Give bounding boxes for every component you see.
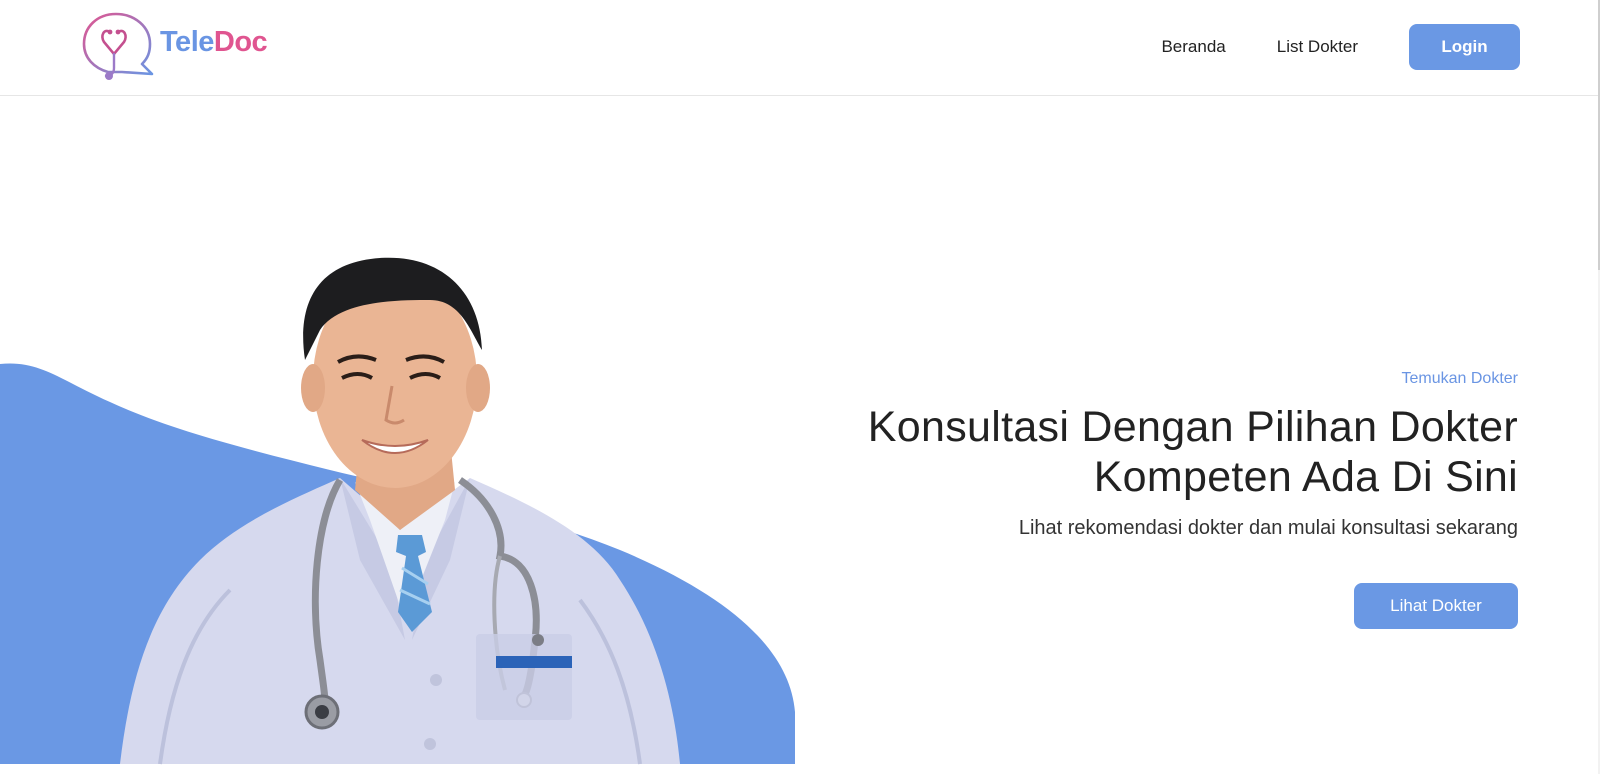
nav-link-list-dokter[interactable]: List Dokter — [1277, 24, 1358, 70]
hero-subline: Lihat rekomendasi dokter dan mulai konsu… — [1018, 517, 1518, 539]
hero-eyebrow: Temukan Dokter — [1401, 370, 1519, 387]
hero-headline: Konsultasi Dengan Pilihan Dokter Kompete… — [798, 402, 1518, 502]
landing-page: TeleDoc Beranda List Dokter Login Temuka… — [0, 0, 1600, 774]
hero-content: Temukan Dokter Konsultasi Dengan Pilihan… — [798, 368, 1518, 542]
main-nav: Beranda List Dokter Login — [1161, 24, 1520, 70]
doctor-portrait-image — [120, 257, 680, 765]
hero-headline-line2: Kompeten Ada Di Sini — [1093, 453, 1518, 501]
login-button[interactable]: Login — [1409, 24, 1520, 70]
hero-headline-line1: Konsultasi Dengan Pilihan Dokter — [867, 403, 1518, 451]
lihat-dokter-button[interactable]: Lihat Dokter — [1354, 583, 1518, 629]
nav-link-beranda[interactable]: Beranda — [1161, 24, 1225, 70]
